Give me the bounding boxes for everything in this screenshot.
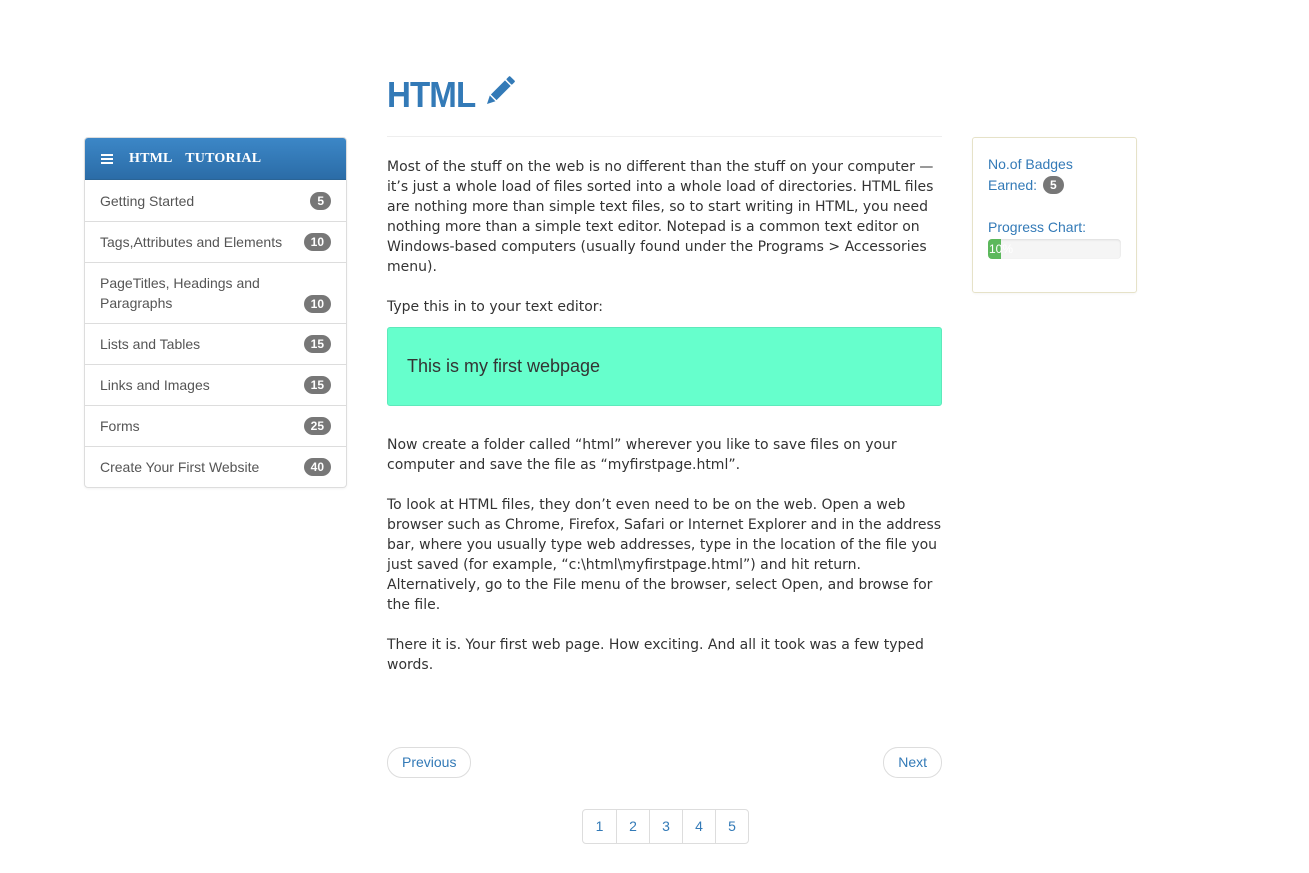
lesson-navigation: Previous Next [387,747,942,778]
sidebar-item-links-and-images[interactable]: Links and Images 15 [85,364,346,405]
count-badge: 10 [303,295,331,313]
sidebar-title: HTML TUTORIAL [129,150,262,166]
page-title: HTML [387,74,476,115]
progress-panel: No.of Badges Earned: 5 Progress Chart: 1… [972,137,1137,293]
badges-earned: No.of Badges Earned: 5 [988,154,1121,196]
page-link-5[interactable]: 5 [715,810,748,843]
count-badge: 15 [303,376,331,394]
badges-count: 5 [1042,176,1064,194]
page-link-4[interactable]: 4 [682,810,715,843]
page-link-2[interactable]: 2 [616,810,649,843]
count-badge: 10 [303,233,331,251]
page-link-1[interactable]: 1 [583,810,616,843]
previous-button[interactable]: Previous [387,747,472,778]
lesson-paragraph: Type this in to your text editor: [387,299,604,315]
sidebar-item-getting-started[interactable]: Getting Started 5 [85,180,346,221]
sidebar-item-tags-attributes-elements[interactable]: Tags,Attributes and Elements 10 [85,221,346,262]
sidebar-item-label: Getting Started [100,192,195,209]
sidebar-item-label: PageTitles, Headings and Paragraphs [100,275,260,311]
lesson-body: Most of the stuff on the web is no diffe… [387,157,942,675]
count-badge: 5 [310,191,331,210]
sidebar-item-label: Links and Images [100,377,210,393]
heading-divider [387,136,942,137]
lesson-paragraph: There it is. Your first web page. How ex… [387,637,924,673]
tutorial-sidebar: HTML TUTORIAL Getting Started 5 Tags,Att… [84,137,347,488]
sidebar-list: Getting Started 5 Tags,Attributes and El… [85,180,346,487]
menu-icon[interactable] [101,153,113,164]
lesson-paragraph: Most of the stuff on the web is no diffe… [387,159,934,275]
count-badge: 25 [303,417,331,435]
main-content: HTML Most of the stuff on the web is no … [387,70,942,778]
sidebar-item-create-first-website[interactable]: Create Your First Website 40 [85,446,346,487]
pencil-icon [486,76,515,105]
sidebar-item-label: Lists and Tables [100,336,201,352]
sidebar-item-pagetitles-headings-paragraphs[interactable]: PageTitles, Headings and Paragraphs 10 [85,262,346,323]
lesson-paragraph: To look at HTML files, they don’t even n… [387,497,942,613]
pagination: 1 2 3 4 5 [582,809,749,844]
code-example: This is my first webpage [387,327,942,406]
progress-chart: 10% [988,239,1121,259]
sidebar-item-label: Tags,Attributes and Elements [100,234,283,250]
page-link-3[interactable]: 3 [649,810,682,843]
progress-label: Progress Chart: [988,219,1087,235]
progress-text: 10% [989,242,1014,256]
sidebar-item-lists-and-tables[interactable]: Lists and Tables 15 [85,323,346,364]
sidebar-header[interactable]: HTML TUTORIAL [85,138,346,180]
next-button[interactable]: Next [883,747,942,778]
page-heading: HTML [387,70,942,120]
sidebar-item-forms[interactable]: Forms 25 [85,405,346,446]
count-badge: 15 [303,335,331,353]
lesson-paragraph: Now create a folder called “html” wherev… [387,437,897,473]
sidebar-item-label: Create Your First Website [100,459,260,475]
sidebar-item-label: Forms [100,418,140,434]
count-badge: 40 [303,458,331,476]
